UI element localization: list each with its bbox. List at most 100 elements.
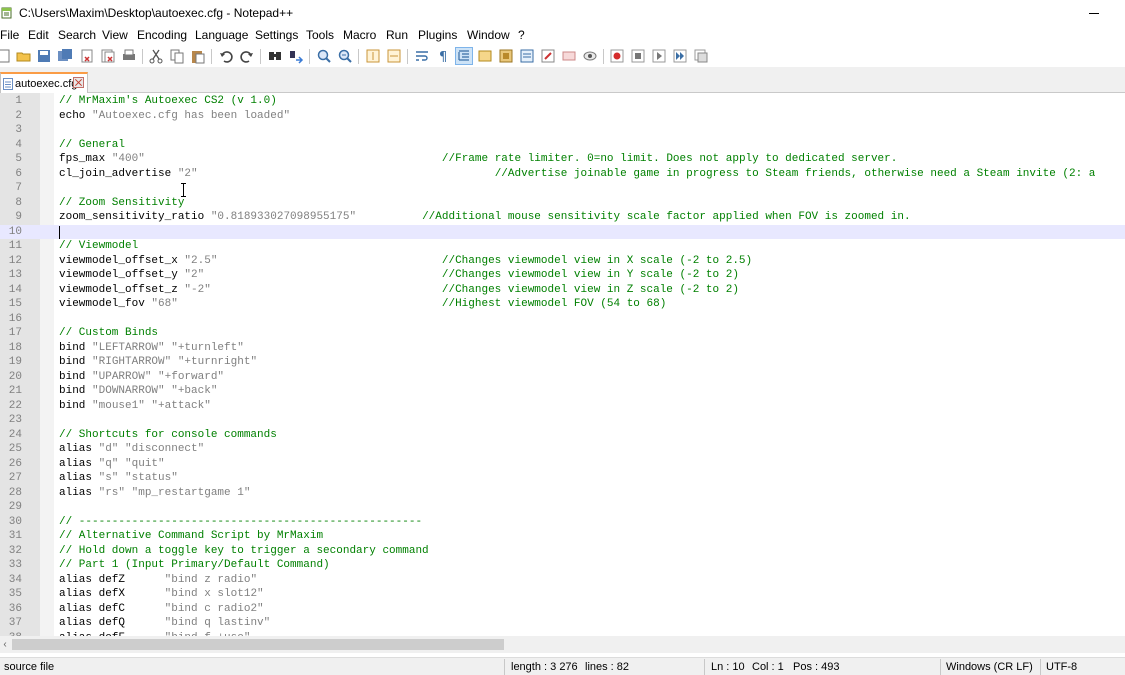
menu-encoding[interactable]: Encoding — [137, 28, 187, 42]
line-number: 7 — [15, 182, 22, 194]
menu-language[interactable]: Language — [195, 28, 248, 42]
save-all-icon[interactable] — [57, 48, 73, 64]
code-line[interactable]: 14 viewmodel_offset_z "-2" //Changes view… — [0, 283, 1125, 298]
code-line[interactable]: 20 bind "UPARROW" "+forward" — [0, 370, 1125, 385]
word-wrap-icon[interactable] — [414, 48, 430, 64]
menu-settings[interactable]: Settings — [255, 28, 298, 42]
udl-icon[interactable] — [477, 48, 493, 64]
code-line[interactable]: 7 — [0, 181, 1125, 196]
line-number: 14 — [8, 283, 22, 296]
tab-close-icon[interactable] — [73, 77, 84, 88]
code-line[interactable]: 29 — [0, 500, 1125, 515]
redo-icon[interactable] — [239, 48, 255, 64]
code-line[interactable]: 4 // General — [0, 138, 1125, 153]
code-line[interactable]: 1 // MrMaxim's Autoexec CS2 (v 1.0) — [0, 94, 1125, 109]
tab-autoexec-cfg[interactable]: autoexec.cfg — [0, 72, 88, 93]
menu-help[interactable]: ? — [518, 28, 525, 42]
line-number: 19 — [8, 356, 22, 368]
eye-icon[interactable] — [582, 48, 598, 64]
save-macro-icon[interactable] — [693, 48, 709, 64]
line-number: 32 — [8, 544, 22, 557]
run-macro-multiple-icon[interactable] — [672, 48, 688, 64]
menu-run[interactable]: Run — [386, 28, 408, 42]
menu-edit[interactable]: Edit — [28, 28, 49, 42]
tab-label: autoexec.cfg — [15, 77, 78, 90]
code-line[interactable]: 33 // Part 1 (Input Primary/Default Comma… — [0, 558, 1125, 573]
code-line[interactable]: 19 bind "RIGHTARROW" "+turnright" — [0, 355, 1125, 370]
code-line[interactable]: 9 zoom_sensitivity_ratio "0.8189330270989… — [0, 210, 1125, 225]
menu-view[interactable]: View — [102, 28, 128, 42]
close-icon[interactable] — [79, 48, 95, 64]
scrollbar-thumb[interactable] — [12, 639, 504, 650]
code-line[interactable]: 6 cl_join_advertise "2" //Advertise joina… — [0, 167, 1125, 182]
find-icon[interactable] — [267, 48, 283, 64]
copy-icon[interactable] — [169, 48, 185, 64]
code-line[interactable]: 10 — [0, 224, 1125, 239]
record-macro-icon[interactable] — [609, 48, 625, 64]
code-line[interactable]: 36 alias defC "bind c radio2" — [0, 602, 1125, 617]
sync-vertical-icon[interactable] — [365, 48, 381, 64]
code-line[interactable]: 26 alias "q" "quit" — [0, 457, 1125, 472]
code-line[interactable]: 35 alias defX "bind x slot12" — [0, 587, 1125, 602]
code-line[interactable]: 11 // Viewmodel — [0, 239, 1125, 254]
code-line[interactable]: 25 alias "d" "disconnect" — [0, 442, 1125, 457]
line-number: 11 — [8, 240, 22, 252]
code-line[interactable]: 34 alias defZ "bind z radio" — [0, 573, 1125, 588]
new-file-icon[interactable] — [0, 48, 12, 64]
code-string: "DOWNARROW" "+back" — [92, 385, 218, 397]
open-file-icon[interactable] — [16, 48, 32, 64]
code-line[interactable]: 2 echo "Autoexec.cfg has been loaded" — [0, 109, 1125, 124]
cut-icon[interactable] — [148, 48, 164, 64]
code-line[interactable]: 17 // Custom Binds — [0, 326, 1125, 341]
code-line[interactable]: 32 // Hold down a toggle key to trigger a… — [0, 544, 1125, 559]
code-string: "bind x slot12" — [164, 588, 264, 600]
code-line[interactable]: 23 — [0, 413, 1125, 428]
code-line[interactable]: 30 // -----------------------------------… — [0, 515, 1125, 530]
code-line[interactable]: 22 bind "mouse1" "+attack" — [0, 399, 1125, 414]
replace-icon[interactable] — [288, 48, 304, 64]
code-line[interactable]: 12 viewmodel_offset_x "2.5" //Changes vie… — [0, 254, 1125, 269]
line-number: 24 — [8, 428, 22, 441]
code-line[interactable]: 24 // Shortcuts for console commands — [0, 428, 1125, 443]
code-line[interactable]: 16 — [0, 312, 1125, 327]
minimize-button[interactable] — [1083, 4, 1105, 22]
monitoring-icon[interactable] — [561, 48, 577, 64]
code-line[interactable]: 27 alias "s" "status" — [0, 471, 1125, 486]
code-line[interactable]: 3 — [0, 123, 1125, 138]
code-line[interactable]: 18 bind "LEFTARROW" "+turnleft" — [0, 341, 1125, 356]
undo-icon[interactable] — [218, 48, 234, 64]
code-line[interactable]: 8 // Zoom Sensitivity — [0, 196, 1125, 211]
scroll-left-icon[interactable]: ‹ — [0, 639, 10, 650]
menu-file[interactable]: File — [0, 28, 19, 42]
menu-window[interactable]: Window — [467, 28, 510, 42]
close-all-icon[interactable] — [100, 48, 116, 64]
save-icon[interactable] — [36, 48, 52, 64]
print-icon[interactable] — [121, 48, 137, 64]
menu-macro[interactable]: Macro — [343, 28, 376, 42]
toolbar-separator — [260, 49, 261, 64]
code-line[interactable]: 28 alias "rs" "mp_restartgame 1" — [0, 486, 1125, 501]
play-macro-icon[interactable] — [651, 48, 667, 64]
code-line[interactable]: 31 // Alternative Command Script by MrMax… — [0, 529, 1125, 544]
menu-plugins[interactable]: Plugins — [418, 28, 457, 42]
code-line[interactable]: 13 viewmodel_offset_y "2" //Changes viewm… — [0, 268, 1125, 283]
doc-map-icon[interactable] — [498, 48, 514, 64]
zoom-in-icon[interactable] — [316, 48, 332, 64]
code-keyword: bind — [59, 356, 93, 368]
menu-tools[interactable]: Tools — [306, 28, 334, 42]
indent-guide-icon[interactable] — [455, 47, 473, 65]
code-line[interactable]: 15 viewmodel_fov "68" //Highest viewmodel… — [0, 297, 1125, 312]
zoom-out-icon[interactable] — [337, 48, 353, 64]
show-all-chars-icon[interactable]: ¶ — [435, 48, 451, 64]
function-list-icon[interactable] — [519, 48, 535, 64]
folder-workspace-icon[interactable] — [540, 48, 556, 64]
sync-horizontal-icon[interactable] — [386, 48, 402, 64]
horizontal-scrollbar[interactable]: ‹ — [0, 636, 1125, 653]
editor-area[interactable]: 1 // MrMaxim's Autoexec CS2 (v 1.0) 2 echo … — [0, 93, 1125, 636]
code-line[interactable]: 21 bind "DOWNARROW" "+back" — [0, 384, 1125, 399]
code-line[interactable]: 37 alias defQ "bind q lastinv" — [0, 616, 1125, 631]
code-line[interactable]: 5 fps_max "400" //Frame rate limiter. 0=n… — [0, 152, 1125, 167]
menu-search[interactable]: Search — [58, 28, 96, 42]
stop-macro-icon[interactable] — [630, 48, 646, 64]
paste-icon[interactable] — [190, 48, 206, 64]
